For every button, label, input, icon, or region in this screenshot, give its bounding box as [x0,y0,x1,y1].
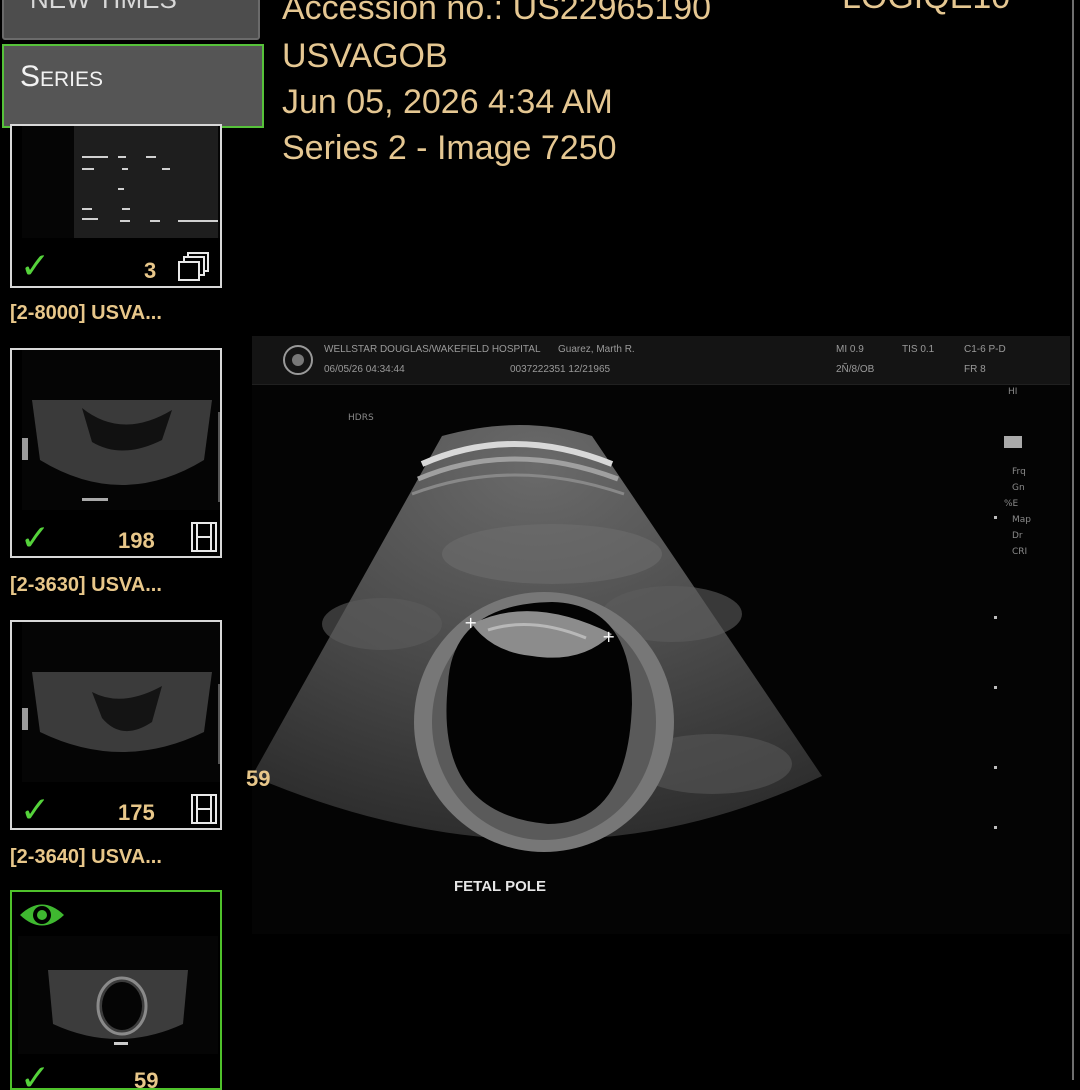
series-thumbnail[interactable]: ✓ 175 [10,620,222,830]
checkmark-icon: ✓ [20,789,51,830]
modality-label: LOGIQE10 [842,0,1010,17]
study-description: USVAGOB [282,37,448,75]
series-label: [2-8000] USVA... [10,302,162,324]
ultrasound-image: + + HDRS HI Frq Gn %E Map Dr CRI [252,387,1031,852]
patient-name: Guarez, Marth R. [558,344,635,355]
svg-text:HI: HI [1008,387,1017,397]
series-thumbnail[interactable]: ✓ 198 [10,348,222,558]
accession-number: Accession no.: US22965190 [282,0,712,27]
probe-name: C1-6 P-D [964,344,1006,355]
frame-number: 59 [246,766,271,791]
preset-name: 2Ñ/8/OB [836,364,875,375]
thumbnail-image [22,622,220,782]
hospital-name: WELLSTAR DOUGLAS/WAKEFIELD HOSPITAL [324,344,541,355]
stack-icon [178,252,209,281]
checkmark-icon: ✓ [20,1057,51,1090]
checkmark-icon: ✓ [20,245,51,286]
tab-series[interactable]: Series [2,44,264,128]
thermal-index: TIS 0.1 [902,344,935,355]
thumbnail-image [18,936,218,1054]
series-label: [2-3630] USVA... [10,574,162,596]
thumbnail-image [22,350,220,510]
svg-text:Dr: Dr [1012,531,1023,541]
ultrasound-header-bar: WELLSTAR DOUGLAS/WAKEFIELD HOSPITAL 06/0… [252,336,1070,385]
series-thumbnail[interactable]: ✓ 3 [10,124,222,288]
hospital-logo [283,345,313,375]
svg-text:Map: Map [1012,515,1031,525]
series-image-info: Series 2 - Image 7250 [282,129,617,167]
image-count: 59 [134,1068,159,1090]
svg-text:+: + [464,613,477,632]
thumbnail-image [22,126,220,238]
study-datetime: Jun 05, 2026 4:34 AM [282,83,613,121]
svg-text:+: + [602,627,615,646]
svg-text:Frq: Frq [1012,467,1026,477]
cine-film-icon [191,794,217,824]
image-annotation: FETAL POLE [454,878,546,895]
image-viewport[interactable]: WELLSTAR DOUGLAS/WAKEFIELD HOSPITAL 06/0… [252,336,1070,934]
exam-timestamp: 06/05/26 04:34:44 [324,364,405,375]
svg-text:%E: %E [1004,499,1019,509]
frame-rate: FR 8 [964,364,986,375]
image-count: 198 [118,528,155,553]
cine-film-icon [191,522,217,552]
tab-new-times[interactable]: NEW TIMES [2,0,260,40]
series-label: [2-3640] USVA... [10,846,162,868]
image-count: 3 [144,258,157,283]
svg-text:HDRS: HDRS [348,413,374,423]
patient-id: 0037222351 12/21965 [510,364,611,375]
checkmark-icon: ✓ [20,517,51,558]
image-count: 175 [118,800,155,825]
svg-text:CRI: CRI [1012,547,1027,557]
mechanical-index: MI 0.9 [836,344,864,355]
series-thumbnail-active[interactable]: ✓ 59 [10,890,222,1090]
eye-icon [20,904,64,926]
svg-text:Gn: Gn [1012,483,1025,493]
